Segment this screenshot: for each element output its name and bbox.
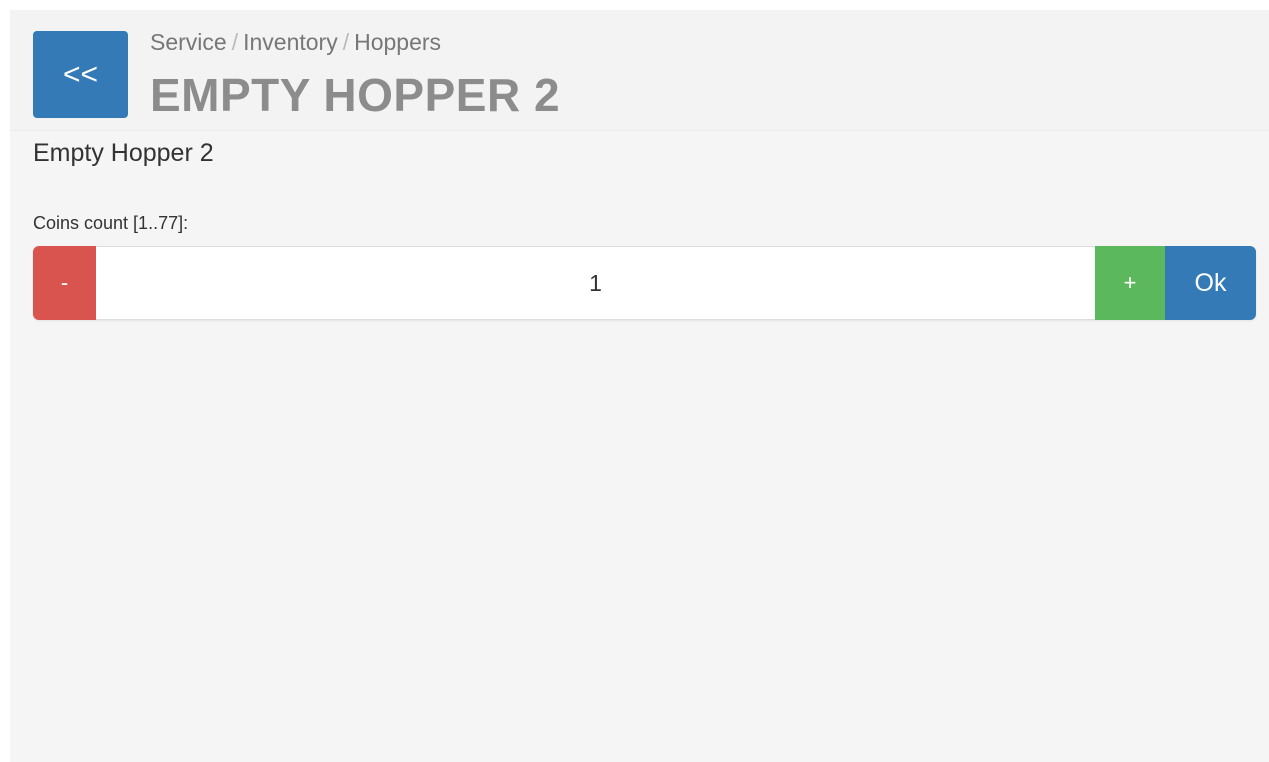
section-subtitle: Empty Hopper 2: [33, 139, 214, 167]
coins-count-stepper: - + Ok: [33, 246, 1256, 320]
breadcrumb-separator: /: [231, 29, 239, 55]
breadcrumb-inventory[interactable]: Inventory: [243, 29, 338, 55]
coins-count-input[interactable]: [96, 246, 1095, 320]
decrement-button[interactable]: -: [33, 246, 96, 320]
back-button[interactable]: <<: [33, 31, 128, 118]
coins-count-label: Coins count [1..77]:: [33, 213, 189, 233]
breadcrumb: Service / Inventory / Hoppers: [150, 29, 441, 56]
page-title: EMPTY HOPPER 2: [150, 69, 561, 121]
increment-button[interactable]: +: [1095, 246, 1165, 320]
breadcrumb-hoppers: Hoppers: [354, 29, 442, 55]
breadcrumb-separator: /: [342, 29, 350, 55]
main-panel: << Service / Inventory / Hoppers EMPTY HOPPE…: [10, 10, 1269, 762]
breadcrumb-service[interactable]: Service: [150, 29, 227, 55]
ok-button[interactable]: Ok: [1165, 246, 1256, 320]
page-header: << Service / Inventory / Hoppers EMPTY HOPPE…: [10, 10, 1269, 131]
